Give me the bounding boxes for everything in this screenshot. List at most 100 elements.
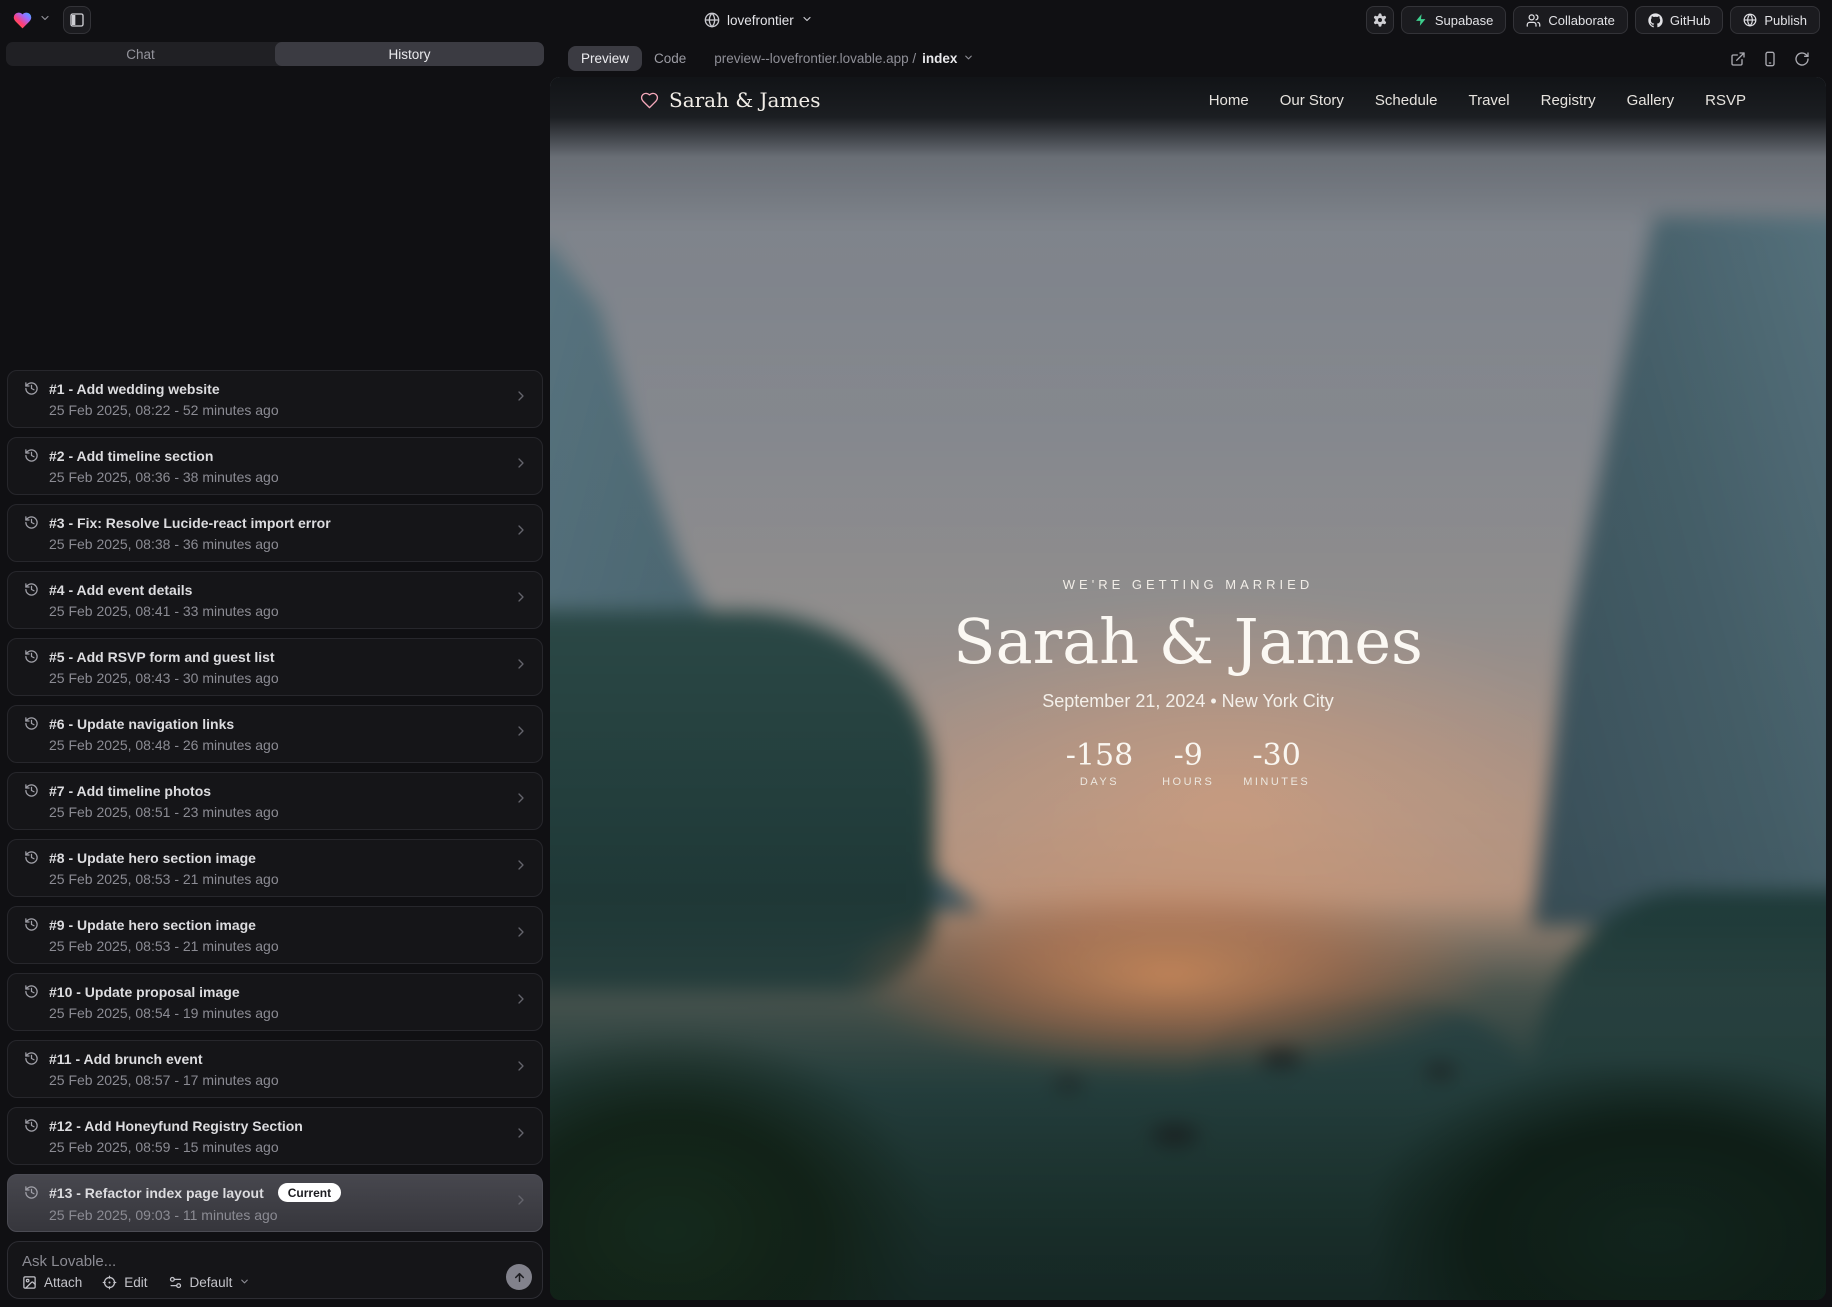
history-icon [24,381,39,396]
edit-select-button[interactable]: Edit [102,1275,147,1290]
sidebar-toggle-button[interactable] [63,6,91,34]
preview-url[interactable]: preview--lovefrontier.lovable.app / inde… [714,51,974,66]
collaborate-label: Collaborate [1548,13,1615,28]
mobile-view-icon[interactable] [1762,51,1778,67]
site-preview-frame: Sarah & James Home Our Story Schedule Tr… [550,77,1826,1300]
prompt-input[interactable]: Ask Lovable... [22,1253,528,1270]
panel-left-icon [69,12,85,28]
history-item[interactable]: #9 - Update hero section image 25 Feb 20… [7,906,543,964]
countdown-value: -30 [1243,738,1310,773]
history-item-title: #8 - Update hero section image [49,850,256,866]
chevron-down-icon [963,51,974,66]
history-item[interactable]: #6 - Update navigation links 25 Feb 2025… [7,705,543,763]
tab-history[interactable]: History [275,42,544,66]
chevron-right-icon[interactable] [513,1125,529,1146]
history-icon [24,448,39,463]
history-item[interactable]: #2 - Add timeline section 25 Feb 2025, 0… [7,437,543,495]
history-item[interactable]: #12 - Add Honeyfund Registry Section 25 … [7,1107,543,1165]
chevron-down-icon [801,13,813,28]
history-item-timestamp: 25 Feb 2025, 08:38 - 36 minutes ago [24,536,498,552]
history-item[interactable]: #13 - Refactor index page layout Current… [7,1174,543,1232]
globe-icon [704,12,720,28]
chevron-right-icon[interactable] [513,1058,529,1079]
refresh-icon[interactable] [1794,51,1810,67]
github-icon [1648,13,1663,28]
history-item-title: #5 - Add RSVP form and guest list [49,649,275,665]
send-button[interactable] [506,1264,532,1290]
publish-button[interactable]: Publish [1730,6,1820,34]
history-item[interactable]: #11 - Add brunch event 25 Feb 2025, 08:5… [7,1040,543,1098]
history-item-title: #3 - Fix: Resolve Lucide-react import er… [49,515,331,531]
countdown-item: -9 HOURS [1159,738,1217,788]
chevron-right-icon[interactable] [513,522,529,543]
chevron-right-icon[interactable] [513,656,529,677]
history-item[interactable]: #4 - Add event details 25 Feb 2025, 08:4… [7,571,543,629]
history-icon [24,716,39,731]
chevron-right-icon[interactable] [513,388,529,409]
tab-preview[interactable]: Preview [568,46,642,71]
history-item-timestamp: 25 Feb 2025, 08:53 - 21 minutes ago [24,871,498,887]
history-item[interactable]: #3 - Fix: Resolve Lucide-react import er… [7,504,543,562]
attach-label: Attach [44,1275,82,1290]
chevron-right-icon[interactable] [513,991,529,1012]
site-nav-link[interactable]: Our Story [1280,92,1344,109]
history-item[interactable]: #10 - Update proposal image 25 Feb 2025,… [7,973,543,1031]
project-switcher[interactable]: lovefrontier [704,0,813,40]
history-item[interactable]: #7 - Add timeline photos 25 Feb 2025, 08… [7,772,543,830]
history-item[interactable]: #1 - Add wedding website 25 Feb 2025, 08… [7,370,543,428]
image-icon [22,1275,37,1290]
history-item-timestamp: 25 Feb 2025, 08:48 - 26 minutes ago [24,737,498,753]
lovable-heart-logo[interactable] [12,10,33,31]
chevron-right-icon[interactable] [513,723,529,744]
supabase-button[interactable]: Supabase [1401,6,1507,34]
open-external-icon[interactable] [1730,51,1746,67]
site-logo[interactable]: Sarah & James [640,88,821,112]
history-item-title: #6 - Update navigation links [49,716,234,732]
attach-button[interactable]: Attach [22,1275,82,1290]
github-button[interactable]: GitHub [1635,6,1723,34]
chevron-right-icon[interactable] [513,589,529,610]
settings-button[interactable] [1366,6,1394,34]
history-item-timestamp: 25 Feb 2025, 08:43 - 30 minutes ago [24,670,498,686]
panel-tabs: Chat History [6,42,544,66]
history-item-timestamp: 25 Feb 2025, 08:51 - 23 minutes ago [24,804,498,820]
countdown-item: -158 DAYS [1066,738,1133,788]
preview-url-prefix: preview--lovefrontier.lovable.app / [714,51,916,66]
history-item[interactable]: #8 - Update hero section image 25 Feb 20… [7,839,543,897]
chevron-down-icon[interactable] [39,11,51,29]
collaborate-button[interactable]: Collaborate [1513,6,1628,34]
chevron-right-icon[interactable] [513,455,529,476]
site-nav-link[interactable]: Travel [1468,92,1509,109]
site-nav-link[interactable]: RSVP [1705,92,1746,109]
history-item-title: #9 - Update hero section image [49,917,256,933]
countdown-label: HOURS [1159,776,1217,788]
globe-icon [1743,13,1757,27]
supabase-label: Supabase [1435,13,1494,28]
countdown-item: -30 MINUTES [1243,738,1310,788]
arrow-up-icon [513,1271,526,1284]
history-item-timestamp: 25 Feb 2025, 09:03 - 11 minutes ago [24,1207,498,1223]
chevron-right-icon[interactable] [513,1192,529,1213]
site-nav-link[interactable]: Home [1209,92,1249,109]
history-item-title: #12 - Add Honeyfund Registry Section [49,1118,303,1134]
history-item-title: #4 - Add event details [49,582,192,598]
tab-chat[interactable]: Chat [6,42,275,66]
site-nav-link[interactable]: Gallery [1627,92,1675,109]
tab-code[interactable]: Code [642,46,698,71]
history-item-title: #7 - Add timeline photos [49,783,211,799]
chevron-right-icon[interactable] [513,857,529,878]
gear-icon [1372,12,1388,28]
history-item-timestamp: 25 Feb 2025, 08:54 - 19 minutes ago [24,1005,498,1021]
site-nav-link[interactable]: Schedule [1375,92,1438,109]
chevron-right-icon[interactable] [513,924,529,945]
site-nav-link[interactable]: Registry [1541,92,1596,109]
hero-eyebrow: WE'RE GETTING MARRIED [550,577,1826,592]
history-item[interactable]: #5 - Add RSVP form and guest list 25 Feb… [7,638,543,696]
supabase-bolt-icon [1414,13,1428,27]
project-name: lovefrontier [727,13,794,28]
chevron-right-icon[interactable] [513,790,529,811]
prompt-composer[interactable]: Ask Lovable... Attach Edit [7,1241,543,1299]
countdown-label: MINUTES [1243,776,1310,788]
hero-subtitle: September 21, 2024 • New York City [550,691,1826,712]
mode-select[interactable]: Default [168,1275,251,1290]
